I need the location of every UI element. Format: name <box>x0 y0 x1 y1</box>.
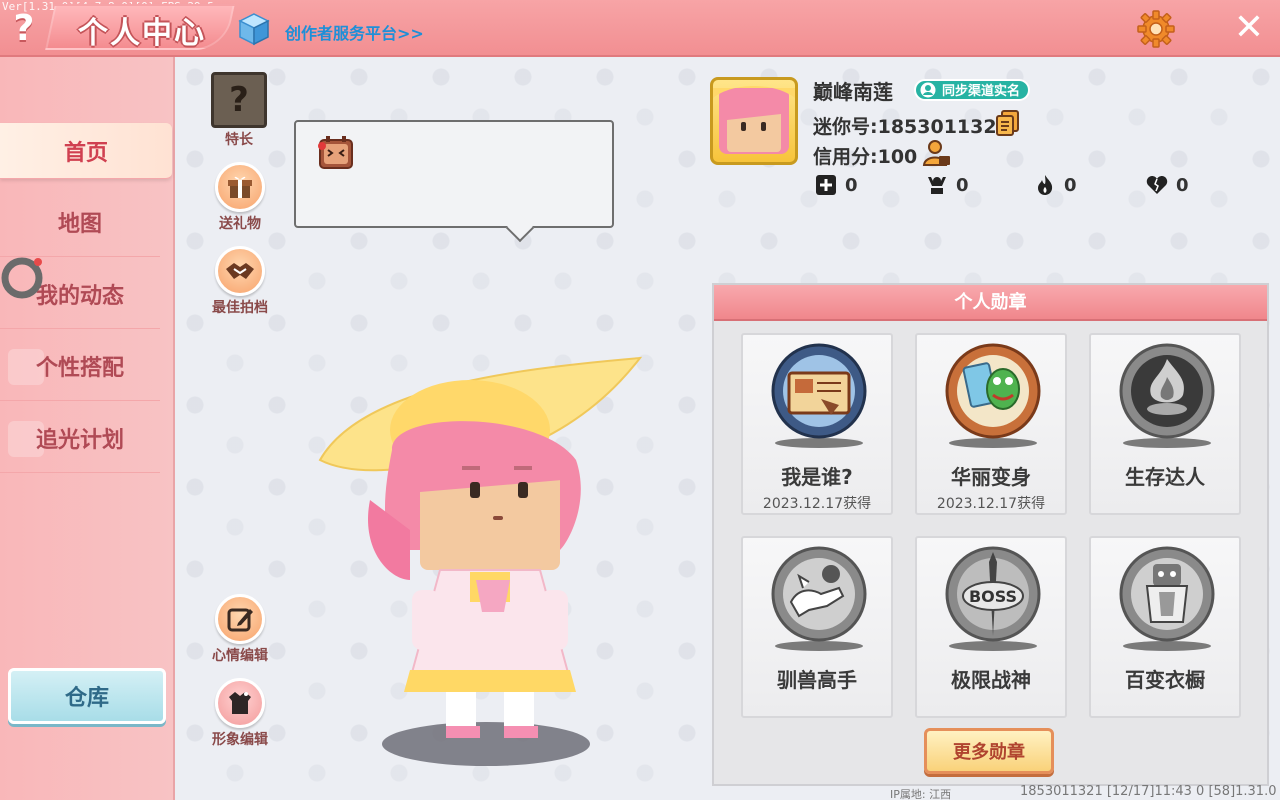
stat-rank: 0 <box>926 174 969 196</box>
question-block-icon: ? <box>211 72 267 128</box>
stat-plus: 0 <box>815 174 858 196</box>
medal-card[interactable]: 驯兽高手 <box>741 536 893 718</box>
look-edit-button[interactable]: 形象编辑 <box>205 678 275 749</box>
medal-card[interactable]: 我是谁? 2023.12.17获得 <box>741 333 893 515</box>
partner-button[interactable]: 最佳拍档 <box>205 246 275 317</box>
sidebar-item-chase-light[interactable]: 追光计划 <box>0 403 160 473</box>
boss-text: BOSS <box>969 587 1017 606</box>
broken-heart-icon <box>1146 176 1168 194</box>
mood-emoji-icon <box>318 136 353 169</box>
medal-name: 我是谁? <box>781 465 853 489</box>
stat-heart: 0 <box>1146 174 1189 196</box>
sidebar-item-label: 追光计划 <box>35 427 124 453</box>
id-card-medal-icon <box>771 343 867 448</box>
mini-id: 迷你号:1853011321 <box>813 116 1010 138</box>
stat-plus-value: 0 <box>845 174 858 196</box>
top-bar: Ver[1.31.0][4.7.8.0][0] FPS:29.5 ? 个人中心 … <box>0 0 1280 57</box>
stat-fire-value: 0 <box>1064 174 1077 196</box>
stat-heart-value: 0 <box>1176 174 1189 196</box>
verified-user-icon <box>920 82 936 98</box>
sidebar-item-label: 地图 <box>57 211 102 237</box>
campfire-medal-icon <box>1119 343 1215 448</box>
medal-panel: 个人勋章 我是谁? 2023.12.17获得 华丽变身 2023.12.17获得 <box>712 283 1269 786</box>
verify-badge[interactable]: 同步渠道实名 <box>914 79 1031 101</box>
storage-label: 仓库 <box>64 686 109 711</box>
medal-name: 极限战神 <box>951 668 1031 692</box>
more-medals-label: 更多勋章 <box>953 742 1025 763</box>
help-icon[interactable]: ? <box>6 10 42 48</box>
skill-label: 特长 <box>225 132 253 148</box>
fire-icon <box>1038 175 1053 195</box>
close-icon[interactable]: ✕ <box>1230 8 1268 48</box>
trophy-person-icon <box>928 177 946 194</box>
verify-label: 同步渠道实名 <box>942 84 1021 99</box>
mood-edit-label: 心情编辑 <box>212 648 268 664</box>
gift-icon <box>215 162 265 212</box>
sidebar-item-label: 我的动态 <box>35 283 124 309</box>
boss-medal-icon: BOSS <box>945 546 1041 651</box>
partner-label: 最佳拍档 <box>212 300 268 316</box>
wardrobe-medal-icon <box>1119 546 1215 651</box>
notification-ring-icon <box>1 257 43 299</box>
gear-icon[interactable] <box>1136 9 1176 49</box>
footer-info: 1853011321 [12/17]11:43 0 [58]1.31.0 <box>1020 784 1277 799</box>
medal-card[interactable]: 生存达人 <box>1089 333 1241 515</box>
storage-button[interactable]: 仓库 <box>8 668 166 724</box>
medal-name: 生存达人 <box>1125 465 1205 489</box>
medal-date: 2023.12.17获得 <box>762 496 872 512</box>
transform-medal-icon <box>945 343 1041 448</box>
plus-icon <box>816 175 836 195</box>
medal-name: 华丽变身 <box>951 465 1031 489</box>
sidebar-item-style[interactable]: 个性搭配 <box>0 331 160 401</box>
gift-button[interactable]: 送礼物 <box>205 162 275 233</box>
beast-tamer-medal-icon <box>771 546 867 651</box>
page-title: 个人中心 <box>78 16 206 51</box>
stat-rank-value: 0 <box>956 174 969 196</box>
ip-location: IP属地: 江西 <box>890 788 952 800</box>
medal-date: 2023.12.17获得 <box>936 496 1046 512</box>
sidebar-item-label: 个性搭配 <box>35 355 124 381</box>
mood-speech-bubble[interactable] <box>294 120 614 228</box>
dress-icon <box>215 678 265 728</box>
sidebar-item-home[interactable]: 首页 <box>0 123 172 179</box>
player-character-avatar[interactable] <box>300 350 660 780</box>
medal-card[interactable]: 华丽变身 2023.12.17获得 <box>915 333 1067 515</box>
handshake-icon <box>215 246 265 296</box>
avatar-face-icon <box>713 86 795 154</box>
creator-cube-icon <box>238 13 270 46</box>
medal-name: 驯兽高手 <box>777 668 857 692</box>
copy-icon[interactable] <box>994 109 1022 137</box>
stat-fire: 0 <box>1034 174 1077 196</box>
sidebar-item-label: 首页 <box>63 140 108 166</box>
look-edit-label: 形象编辑 <box>212 732 268 748</box>
more-medals-button[interactable]: 更多勋章 <box>924 728 1054 774</box>
player-name: 巅峰南莲 <box>813 80 893 104</box>
medal-name: 百变衣橱 <box>1125 668 1205 692</box>
creator-platform-link[interactable]: 创作者服务平台>> <box>285 20 424 44</box>
gift-label: 送礼物 <box>219 216 261 232</box>
mood-edit-button[interactable]: 心情编辑 <box>205 594 275 665</box>
profile-avatar[interactable] <box>710 77 798 165</box>
credit-person-icon[interactable] <box>922 138 952 168</box>
medal-card[interactable]: 百变衣橱 <box>1089 536 1241 718</box>
sidebar-item-map[interactable]: 地图 <box>0 187 160 257</box>
medal-panel-title: 个人勋章 <box>714 285 1267 321</box>
credit-score: 信用分:100 <box>813 146 918 168</box>
edit-icon <box>215 594 265 644</box>
medal-card[interactable]: BOSS 极限战神 <box>915 536 1067 718</box>
skill-button[interactable]: ? 特长 <box>204 72 274 149</box>
